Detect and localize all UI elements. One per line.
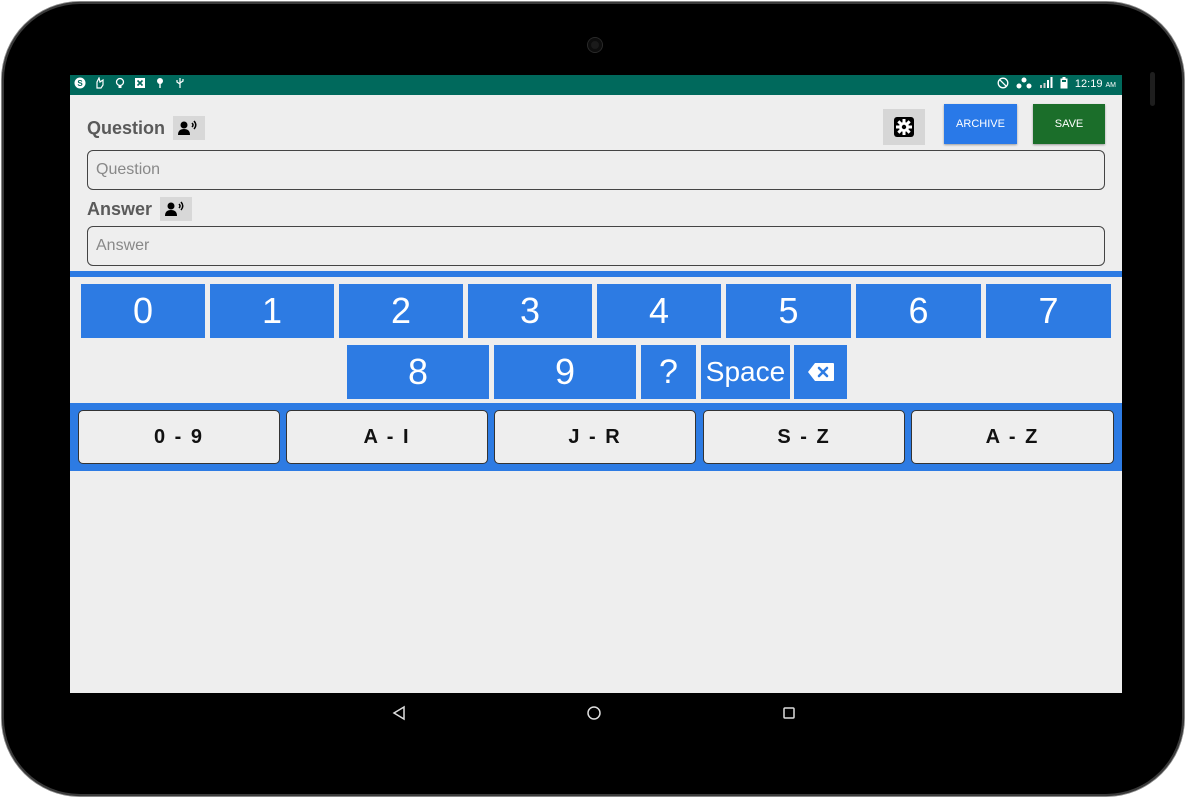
clock-text: 12:19 AM xyxy=(1074,78,1116,90)
key-1[interactable]: 1 xyxy=(210,284,334,338)
key-5[interactable]: 5 xyxy=(726,284,851,338)
archive-button[interactable]: ARCHIVE xyxy=(944,104,1017,144)
speaker-person-icon xyxy=(165,201,184,216)
app-screen: S 12:19 AM Question ARCHIVE SAVE Questio… xyxy=(70,75,1122,693)
answer-label: Answer xyxy=(87,198,153,219)
key-4[interactable]: 4 xyxy=(597,284,721,338)
question-label-row: Question xyxy=(87,116,206,140)
back-triangle-icon xyxy=(392,705,405,721)
close-box-icon xyxy=(134,77,146,94)
nav-recents-button[interactable] xyxy=(776,702,802,724)
question-label: Question xyxy=(87,117,166,138)
key-3[interactable]: 3 xyxy=(468,284,592,338)
answer-label-row: Answer xyxy=(87,197,193,221)
answer-speak-button[interactable] xyxy=(160,197,193,221)
status-bar: S 12:19 AM xyxy=(70,75,1122,95)
tab-0-9[interactable]: 0 - 9 xyxy=(78,410,280,464)
tablet-frame: S 12:19 AM Question ARCHIVE SAVE Questio… xyxy=(2,2,1184,796)
key-space[interactable]: Space xyxy=(701,345,790,399)
tab-j-r[interactable]: J - R xyxy=(494,410,696,464)
svg-text:S: S xyxy=(77,79,83,88)
keyboard-divider xyxy=(70,271,1122,277)
bulb-icon xyxy=(114,77,126,94)
key-backspace[interactable] xyxy=(794,345,847,399)
backspace-icon xyxy=(807,363,834,381)
gear-icon xyxy=(894,117,914,137)
usb-icon xyxy=(174,77,186,94)
home-circle-icon xyxy=(587,706,601,720)
status-right-icons: 12:19 AM xyxy=(997,76,1116,94)
key-7[interactable]: 7 xyxy=(986,284,1111,338)
key-8[interactable]: 8 xyxy=(347,345,489,399)
key-9[interactable]: 9 xyxy=(494,345,636,399)
hand-icon xyxy=(94,75,106,94)
status-left-icons: S xyxy=(74,75,186,94)
nav-home-button[interactable] xyxy=(581,702,607,724)
answer-input[interactable] xyxy=(87,226,1105,266)
tab-s-z[interactable]: S - Z xyxy=(703,410,905,464)
pin-icon xyxy=(154,77,166,94)
key-2[interactable]: 2 xyxy=(339,284,463,338)
key-6[interactable]: 6 xyxy=(856,284,981,338)
tab-a-z[interactable]: A - Z xyxy=(911,410,1114,464)
settings-button[interactable] xyxy=(883,109,925,145)
signal-icon xyxy=(1039,76,1053,94)
do-not-disturb-icon xyxy=(997,77,1009,94)
skype-icon: S xyxy=(74,77,86,94)
battery-icon xyxy=(1060,76,1068,94)
question-speak-button[interactable] xyxy=(173,116,206,140)
network-icon xyxy=(1016,77,1032,94)
key-question-mark[interactable]: ? xyxy=(641,345,696,399)
nav-back-button[interactable] xyxy=(386,702,412,724)
tab-a-i[interactable]: A - I xyxy=(286,410,488,464)
question-input[interactable] xyxy=(87,150,1105,190)
camera-icon xyxy=(588,38,602,52)
recents-square-icon xyxy=(783,707,795,719)
keyboard-tabs: 0 - 9 A - I J - R S - Z A - Z xyxy=(70,403,1122,471)
key-0[interactable]: 0 xyxy=(81,284,205,338)
speaker-person-icon xyxy=(178,120,197,135)
side-button xyxy=(1150,72,1155,106)
save-button[interactable]: SAVE xyxy=(1033,104,1105,144)
